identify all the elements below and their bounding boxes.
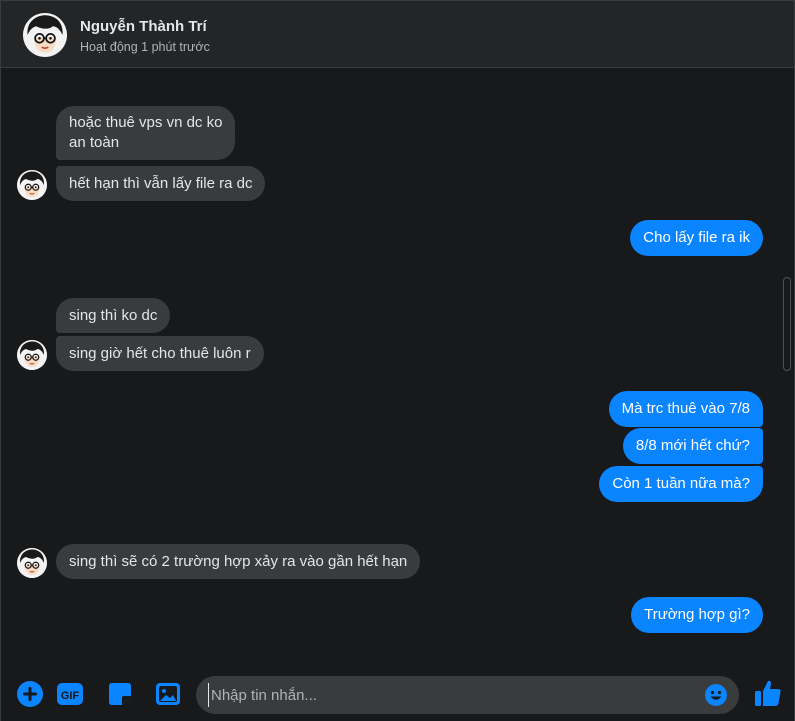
sticker-icon[interactable] (106, 680, 134, 708)
avatar-icon (17, 548, 47, 578)
avatar[interactable] (23, 13, 67, 57)
gif-label: GIF (61, 690, 80, 702)
message-text-line: Cho lấy file ra ik (643, 229, 750, 246)
plus-circle-icon[interactable] (16, 680, 44, 708)
message-list: hoặc thuê vps vn dc ko an toàn hết hạn t… (1, 69, 781, 661)
sender-avatar[interactable] (17, 340, 47, 370)
message-text-line: sing thì ko dc (69, 307, 158, 324)
message-input[interactable] (208, 683, 688, 707)
message-text-line: sing giờ hết cho thuê luôn r (69, 345, 251, 362)
incoming-message[interactable]: hết hạn thì vẫn lấy file ra dc (56, 166, 266, 201)
incoming-message[interactable]: sing thì sẽ có 2 trường hợp xảy ra vào g… (56, 544, 421, 579)
message-composer: GIF (1, 665, 794, 721)
message-text-line: hoặc thuê vps vn dc ko (69, 114, 223, 131)
avatar-icon (23, 13, 67, 57)
incoming-message[interactable]: hoặc thuê vps vn dc ko an toàn (56, 106, 236, 160)
message-text-line: sing thì sẽ có 2 trường hợp xảy ra vào g… (69, 553, 408, 570)
thumbs-up-icon[interactable] (753, 678, 783, 708)
outgoing-message[interactable]: Còn 1 tuần nữa mà? (599, 466, 763, 502)
message-text-line: Còn 1 tuần nữa mà? (612, 475, 750, 492)
outgoing-message[interactable]: Mà trc thuê vào 7/8 (608, 391, 763, 427)
scrollbar-thumb[interactable] (783, 277, 791, 371)
active-status: Hoạt động 1 phút trước (80, 40, 210, 54)
image-icon[interactable] (154, 680, 182, 708)
outgoing-message[interactable]: 8/8 mới hết chứ? (622, 428, 763, 464)
incoming-message[interactable]: sing giờ hết cho thuê luôn r (56, 336, 264, 371)
message-input-box[interactable] (196, 676, 739, 714)
message-text-line: Trường hợp gì? (644, 606, 750, 623)
sender-avatar[interactable] (17, 548, 47, 578)
avatar-icon (17, 340, 47, 370)
chat-header: Nguyễn Thành Trí Hoạt động 1 phút trước (1, 1, 794, 68)
avatar-icon (17, 170, 47, 200)
message-text-line: hết hạn thì vẫn lấy file ra dc (69, 175, 253, 192)
outgoing-message[interactable]: Trường hợp gì? (631, 597, 763, 633)
outgoing-message[interactable]: Cho lấy file ra ik (630, 220, 763, 256)
message-text-line: Mà trc thuê vào 7/8 (621, 400, 750, 417)
sender-avatar[interactable] (17, 170, 47, 200)
contact-name[interactable]: Nguyễn Thành Trí (80, 18, 207, 35)
message-text-line: 8/8 mới hết chứ? (635, 437, 750, 454)
gif-icon[interactable]: GIF (56, 680, 84, 708)
emoji-icon[interactable] (704, 683, 728, 707)
message-text-line: an toàn (69, 134, 120, 151)
incoming-message[interactable]: sing thì ko dc (56, 298, 171, 333)
scrollbar[interactable] (782, 69, 792, 659)
chat-window: Nguyễn Thành Trí Hoạt động 1 phút trước … (0, 0, 795, 721)
